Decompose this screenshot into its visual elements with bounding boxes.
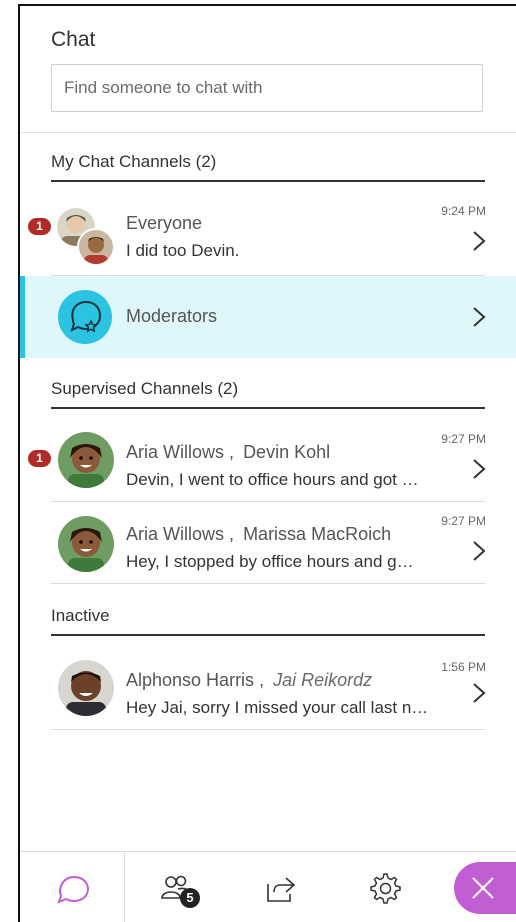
- gear-icon: [370, 873, 401, 904]
- channel-aria-marissa[interactable]: Aria Willows , Marissa MacRoich Hey, I s…: [20, 502, 516, 584]
- participant-name: Marissa MacRoich: [243, 524, 392, 544]
- chat-panel: Chat My Chat Channels (2) 1 Everyone I d…: [18, 4, 516, 922]
- message-time: 9:27 PM: [441, 514, 486, 528]
- channel-name: Everyone: [126, 213, 203, 233]
- avatar-group: [57, 208, 115, 266]
- chevron-right-icon: [473, 307, 486, 327]
- chevron-right-icon: [473, 541, 486, 561]
- unread-badge: 1: [28, 450, 51, 467]
- panel-title: Chat: [51, 28, 96, 51]
- share-icon: [267, 877, 296, 902]
- last-message: Hey, I stopped by office hours and g…: [126, 552, 414, 571]
- last-message: Hey Jai, sorry I missed your call last n…: [126, 698, 429, 717]
- participant-name: Aria Willows: [126, 442, 225, 462]
- avatar: [58, 432, 114, 488]
- participant-name-inactive: Jai Reikordz: [273, 670, 373, 690]
- chat-bubble-icon: [57, 875, 90, 904]
- close-button[interactable]: [454, 862, 516, 914]
- row-divider: [51, 729, 485, 730]
- channel-alphonso-jai[interactable]: Alphonso Harris , Jai Reikordz Hey Jai, …: [20, 644, 516, 730]
- last-message: Devin, I went to office hours and got …: [126, 470, 419, 489]
- channel-everyone[interactable]: 1 Everyone I did too Devin. 9:24 PM: [20, 186, 516, 276]
- active-indicator: [20, 276, 25, 358]
- chevron-right-icon: [473, 683, 486, 703]
- tab-attendees[interactable]: 5: [160, 852, 220, 922]
- participant-name: Devin Kohl: [243, 442, 331, 462]
- avatar: [77, 228, 115, 266]
- avatar: [58, 516, 114, 572]
- message-time: 9:27 PM: [441, 432, 486, 446]
- channel-participants: Aria Willows , Marissa MacRoich: [126, 524, 391, 545]
- channel-name: Moderators: [126, 306, 218, 326]
- channel-participants: Aria Willows , Devin Kohl: [126, 442, 330, 463]
- name-separator: ,: [229, 442, 235, 462]
- section-inactive: Inactive: [51, 606, 485, 636]
- channel-aria-devin[interactable]: 1 Aria Willows , Devin Kohl Devin, I wen…: [20, 416, 516, 502]
- chevron-right-icon: [473, 459, 486, 479]
- close-icon: [472, 877, 494, 899]
- message-time: 1:56 PM: [441, 660, 486, 674]
- attendees-count-badge: 5: [180, 888, 200, 908]
- name-separator: ,: [229, 524, 235, 544]
- channel-participants: Alphonso Harris , Jai Reikordz: [126, 670, 372, 691]
- name-separator: ,: [259, 670, 265, 690]
- tab-share[interactable]: [264, 852, 304, 922]
- last-message: I did too Devin.: [126, 241, 240, 260]
- avatar: [58, 660, 114, 716]
- chevron-right-icon: [473, 231, 486, 251]
- section-my-chat-channels: My Chat Channels (2): [51, 152, 485, 182]
- participant-name: Alphonso Harris: [126, 670, 255, 690]
- tab-settings[interactable]: [368, 852, 408, 922]
- search-input[interactable]: [51, 64, 483, 112]
- row-divider: [51, 583, 485, 584]
- divider: [20, 132, 516, 133]
- unread-badge: 1: [28, 218, 51, 235]
- tab-chat[interactable]: [20, 852, 125, 922]
- message-time: 9:24 PM: [441, 204, 486, 218]
- channel-moderators[interactable]: Moderators: [20, 276, 516, 358]
- bottom-tab-bar: 5: [20, 851, 516, 922]
- participant-name: Aria Willows: [126, 524, 225, 544]
- section-supervised-channels: Supervised Channels (2): [51, 379, 485, 409]
- chat-star-icon: [58, 290, 112, 344]
